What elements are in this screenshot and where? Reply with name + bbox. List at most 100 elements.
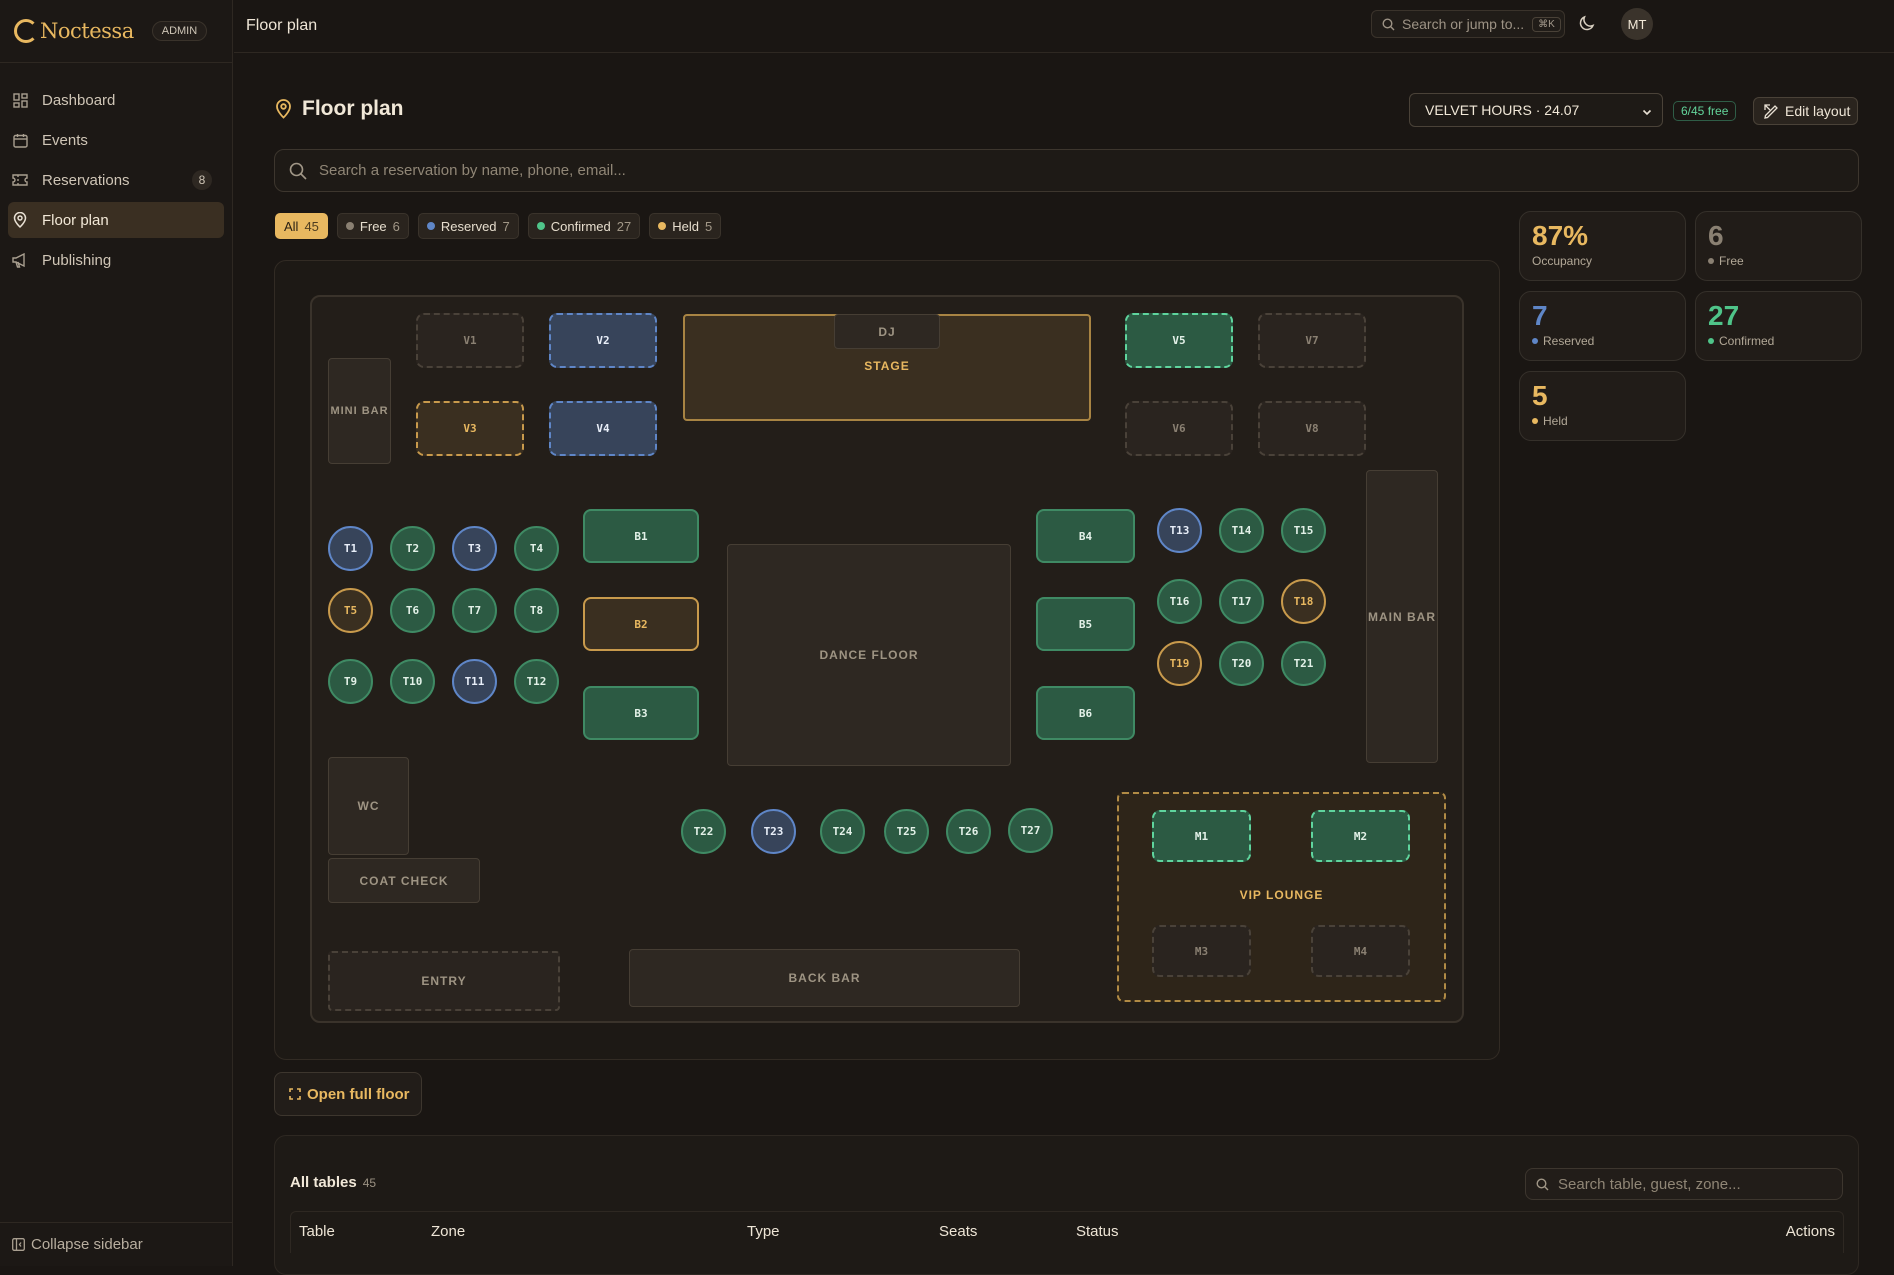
table-t6[interactable]: T6 xyxy=(390,588,435,633)
table-t20[interactable]: T20 xyxy=(1219,641,1264,686)
edit-layout-button[interactable]: Edit layout xyxy=(1753,97,1858,125)
table-b6[interactable]: B6 xyxy=(1036,686,1135,740)
table-t22[interactable]: T22 xyxy=(681,809,726,854)
filter-chip-label: All xyxy=(284,218,299,234)
table-t27[interactable]: T27 xyxy=(1008,808,1053,853)
search-icon xyxy=(289,162,307,180)
table-search-input[interactable]: Search table, guest, zone... xyxy=(1525,1168,1843,1200)
table-v3[interactable]: V3 xyxy=(416,401,524,456)
status-dot xyxy=(1708,338,1714,344)
table-t12[interactable]: T12 xyxy=(514,659,559,704)
sidebar-item-events[interactable]: Events xyxy=(8,122,224,158)
table-t9[interactable]: T9 xyxy=(328,659,373,704)
table-header-row: Table Zone Type Seats Status Actions xyxy=(290,1211,1844,1253)
table-t8[interactable]: T8 xyxy=(514,588,559,633)
status-dot xyxy=(1532,338,1538,344)
status-dot xyxy=(426,222,435,230)
event-select[interactable]: VELVET HOURS · 24.07 xyxy=(1409,93,1663,127)
table-t5[interactable]: T5 xyxy=(328,588,373,633)
table-t11[interactable]: T11 xyxy=(452,659,497,704)
table-v5[interactable]: V5 xyxy=(1125,313,1233,368)
stat-free: 6 Free xyxy=(1695,211,1862,281)
table-v8[interactable]: V8 xyxy=(1258,401,1366,456)
table-t18[interactable]: T18 xyxy=(1281,579,1326,624)
sidebar-item-dashboard[interactable]: Dashboard xyxy=(8,82,224,118)
filter-chip-all[interactable]: All 45 xyxy=(275,213,328,239)
page-title-text: Floor plan xyxy=(302,97,404,120)
avatar[interactable]: MT xyxy=(1621,8,1653,40)
all-tables-count: 45 xyxy=(362,1176,377,1190)
filter-chip-reserved[interactable]: Reserved 7 xyxy=(417,213,519,239)
table-t16[interactable]: T16 xyxy=(1157,579,1202,624)
column-header-status[interactable]: Status xyxy=(1076,1223,1119,1240)
table-b3[interactable]: B3 xyxy=(583,686,699,740)
global-search-input[interactable]: Search or jump to... ⌘K xyxy=(1371,10,1565,38)
table-t13[interactable]: T13 xyxy=(1157,508,1202,553)
stat-held: 5 Held xyxy=(1519,371,1686,441)
table-t4[interactable]: T4 xyxy=(514,526,559,571)
table-b4[interactable]: B4 xyxy=(1036,509,1135,563)
status-dot xyxy=(1532,418,1538,424)
stat-reserved: 7 Reserved xyxy=(1519,291,1686,361)
table-t21[interactable]: T21 xyxy=(1281,641,1326,686)
column-header-zone[interactable]: Zone xyxy=(431,1223,465,1240)
theme-toggle-moon-icon[interactable] xyxy=(1578,14,1598,34)
table-t17[interactable]: T17 xyxy=(1219,579,1264,624)
table-m1[interactable]: M1 xyxy=(1152,810,1251,862)
sidebar-nav: Dashboard Events Reservations 8 Floor pl… xyxy=(0,63,232,278)
filter-chip-count: 7 xyxy=(502,218,510,234)
table-t2[interactable]: T2 xyxy=(390,526,435,571)
table-v7[interactable]: V7 xyxy=(1258,313,1366,368)
ticket-icon xyxy=(12,172,28,188)
table-t10[interactable]: T10 xyxy=(390,659,435,704)
sidebar-toggle-icon xyxy=(12,1238,25,1251)
table-m4[interactable]: M4 xyxy=(1311,925,1410,977)
stat-label-text: Occupancy xyxy=(1532,254,1593,268)
zone-wc: WC xyxy=(328,757,409,855)
brand: Noctessa ADMIN xyxy=(0,0,232,63)
map-pin-icon xyxy=(12,212,28,228)
table-v4[interactable]: V4 xyxy=(549,401,657,456)
table-t24[interactable]: T24 xyxy=(820,809,865,854)
table-t3[interactable]: T3 xyxy=(452,526,497,571)
sidebar-item-reservations[interactable]: Reservations 8 xyxy=(8,162,224,198)
table-t26[interactable]: T26 xyxy=(946,809,991,854)
table-b1[interactable]: B1 xyxy=(583,509,699,563)
table-b2[interactable]: B2 xyxy=(583,597,699,651)
table-t19[interactable]: T19 xyxy=(1157,641,1202,686)
reservation-search-input[interactable]: Search a reservation by name, phone, ema… xyxy=(274,149,1859,192)
table-t15[interactable]: T15 xyxy=(1281,508,1326,553)
stat-occupancy: 87% Occupancy xyxy=(1519,211,1686,281)
open-full-floor-button[interactable]: Open full floor xyxy=(274,1072,422,1116)
table-m3[interactable]: M3 xyxy=(1152,925,1251,977)
event-select-value: VELVET HOURS · 24.07 xyxy=(1425,102,1580,118)
table-b5[interactable]: B5 xyxy=(1036,597,1135,651)
page-title: Floor plan xyxy=(275,97,404,121)
table-v6[interactable]: V6 xyxy=(1125,401,1233,456)
filter-chip-confirmed[interactable]: Confirmed 27 xyxy=(527,213,641,239)
sidebar-item-publishing[interactable]: Publishing xyxy=(8,242,224,278)
reservations-count-badge: 8 xyxy=(192,170,212,190)
collapse-sidebar-button[interactable]: Collapse sidebar xyxy=(0,1222,233,1266)
filter-chip-count: 5 xyxy=(704,218,713,234)
column-header-seats[interactable]: Seats xyxy=(939,1223,977,1240)
table-t23[interactable]: T23 xyxy=(751,809,796,854)
table-t1[interactable]: T1 xyxy=(328,526,373,571)
stat-value: 87% xyxy=(1532,220,1589,251)
table-m2[interactable]: M2 xyxy=(1311,810,1410,862)
filter-chip-held[interactable]: Held 5 xyxy=(649,213,722,239)
table-t7[interactable]: T7 xyxy=(452,588,497,633)
table-v2[interactable]: V2 xyxy=(549,313,657,368)
table-t25[interactable]: T25 xyxy=(884,809,929,854)
column-header-actions[interactable]: Actions xyxy=(1786,1223,1835,1240)
stat-label-text: Free xyxy=(1719,254,1744,268)
column-header-table[interactable]: Table xyxy=(299,1223,335,1240)
search-icon xyxy=(1536,1177,1549,1190)
filter-chip-free[interactable]: Free 6 xyxy=(336,213,409,239)
sidebar-item-floor-plan[interactable]: Floor plan xyxy=(8,202,224,238)
table-v1[interactable]: V1 xyxy=(416,313,524,368)
column-header-type[interactable]: Type xyxy=(747,1223,780,1240)
admin-badge: ADMIN xyxy=(151,21,208,41)
calendar-icon xyxy=(12,132,28,148)
table-t14[interactable]: T14 xyxy=(1219,508,1264,553)
